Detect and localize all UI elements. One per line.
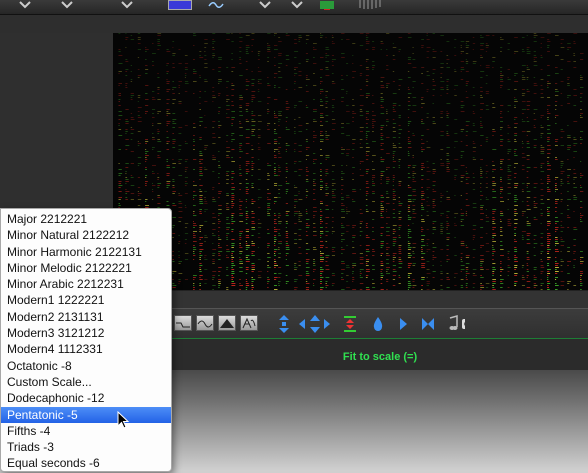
menu-item[interactable]: Minor Arabic 2212231	[1, 276, 171, 292]
menu-item[interactable]: Custom Scale...	[1, 374, 171, 390]
chevron-down-icon[interactable]	[290, 0, 304, 10]
status-bar: Fit to scale (=)	[172, 338, 588, 371]
menu-item[interactable]: Modern3 3121212	[1, 325, 171, 341]
menu-item[interactable]: Pentatonic -5	[1, 406, 171, 423]
chevron-down-icon[interactable]	[60, 0, 74, 10]
droplet-icon[interactable]	[371, 314, 389, 334]
status-text: Fit to scale (=)	[342, 351, 418, 363]
spectrogram-footer	[113, 290, 588, 309]
menu-item[interactable]: Modern1 1222221	[1, 292, 171, 308]
play-icon[interactable]	[397, 314, 415, 334]
menu-item[interactable]: Minor Melodic 2122221	[1, 260, 171, 276]
flat-line-tool[interactable]	[174, 315, 192, 331]
expand-vertical-icon[interactable]	[277, 314, 295, 334]
chevron-down-icon[interactable]	[258, 0, 272, 10]
upper-gap	[0, 15, 588, 33]
menu-item[interactable]: Triads -3	[1, 439, 171, 455]
chevron-down-icon[interactable]	[18, 0, 32, 10]
blue-square-icon[interactable]	[168, 0, 192, 10]
menu-item[interactable]: Minor Harmonic 2122131	[1, 244, 171, 260]
mouse-cursor-icon	[117, 411, 130, 429]
menu-item[interactable]: Fifths -4	[1, 423, 171, 439]
menu-item[interactable]: Equal seconds -6	[1, 455, 171, 471]
menu-item[interactable]: Modern2 2131131	[1, 309, 171, 325]
triangle-wave-tool[interactable]	[218, 315, 236, 331]
green-meter-icon[interactable]	[318, 0, 336, 10]
fit-to-scale-icon[interactable]	[342, 314, 360, 334]
menu-item[interactable]: Minor Natural 2122212	[1, 227, 171, 243]
spiral-icon[interactable]	[358, 0, 384, 10]
menu-item[interactable]: Octatonic -8	[1, 358, 171, 374]
spectrogram-view[interactable]	[113, 33, 588, 290]
sine-wave-tool[interactable]	[196, 315, 214, 331]
collapse-icon[interactable]	[421, 314, 439, 334]
menu-item[interactable]: Dodecaphonic -12	[1, 390, 171, 406]
spectrogram-canvas	[118, 33, 584, 290]
top-toolbar	[0, 0, 588, 15]
menu-item[interactable]: Modern4 1112331	[1, 341, 171, 357]
scale-dropdown-menu[interactable]: Major 2212221 Minor Natural 2122212 Minor …	[0, 208, 172, 472]
menu-item[interactable]: Major 2212221	[1, 211, 171, 227]
a-wave-tool[interactable]	[240, 315, 258, 331]
music-note-icon[interactable]	[447, 314, 465, 334]
wave-icon[interactable]	[208, 0, 224, 10]
arrow-right-icon[interactable]	[322, 314, 340, 334]
chevron-down-icon[interactable]	[120, 0, 134, 10]
